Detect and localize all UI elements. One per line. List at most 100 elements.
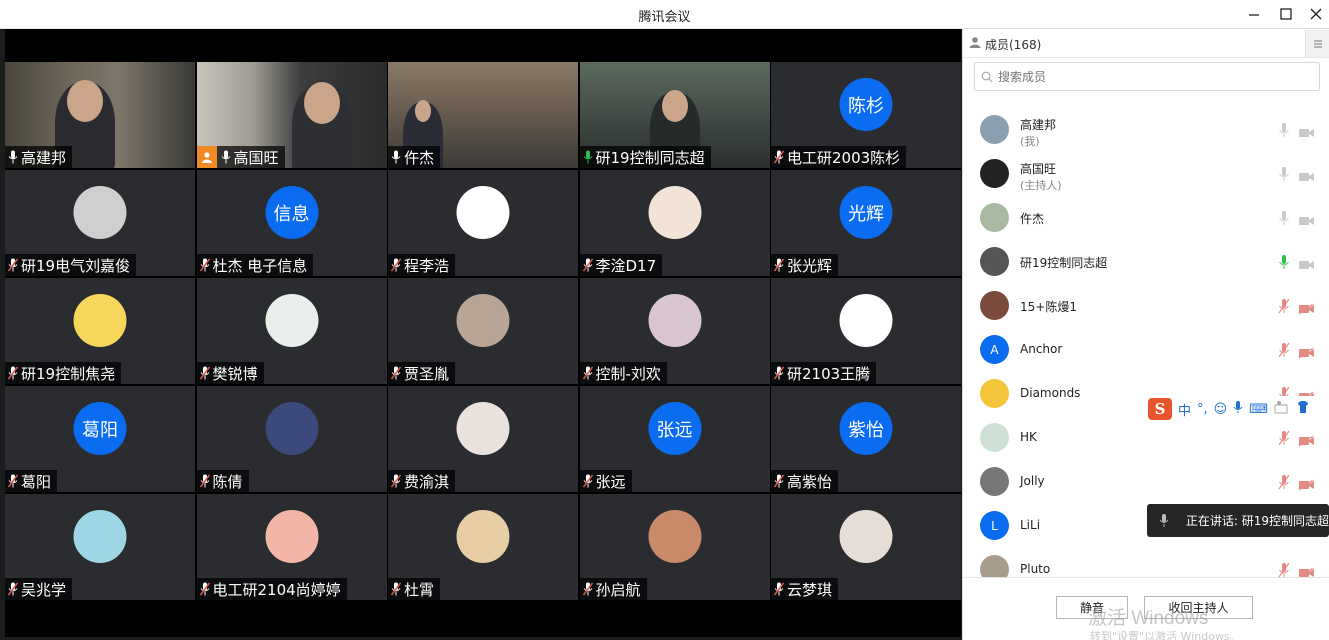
video-tile[interactable]: 陈倩 (196, 386, 387, 492)
mic-muted-icon[interactable] (1278, 562, 1290, 577)
participant-nameplate: 控制-刘欢 (579, 362, 667, 384)
microphone-icon[interactable] (1278, 210, 1290, 226)
video-tile[interactable]: 杜霄 (388, 494, 578, 600)
member-row[interactable]: 高建邦 (我) (963, 107, 1329, 151)
video-tile[interactable]: 李淦D17 (579, 170, 770, 276)
microphone-icon[interactable] (1278, 254, 1290, 270)
participant-nameplate: 研2103王腾 (771, 362, 877, 384)
participant-nameplate: 云梦琪 (771, 578, 839, 600)
participant-avatar (648, 510, 701, 563)
ime-emoji-icon[interactable]: ☺ (1214, 402, 1228, 417)
participant-name: 程李浩 (404, 256, 450, 275)
mic-muted-icon[interactable] (1278, 342, 1290, 358)
video-tile[interactable]: 樊锐博 (196, 278, 387, 384)
ime-punctuation[interactable]: °, (1197, 402, 1208, 417)
member-avatar (980, 159, 1009, 188)
video-tile[interactable]: 费渝淇 (388, 386, 578, 492)
member-name: Jolly (1020, 474, 1045, 488)
camera-off-icon[interactable] (1298, 256, 1315, 269)
video-tile[interactable]: 信息 杜杰 电子信息 (196, 170, 387, 276)
minimize-icon[interactable] (1243, 4, 1265, 24)
mic-muted-icon (390, 258, 402, 272)
member-row[interactable]: 研19控制同志超 (963, 239, 1329, 283)
mic-muted-icon[interactable] (1278, 474, 1290, 490)
participant-name: 孙启航 (595, 580, 641, 599)
participant-name: 陈倩 (212, 472, 243, 491)
camera-off-icon[interactable] (1298, 432, 1315, 447)
video-tile[interactable]: 研2103王腾 (771, 278, 961, 384)
mic-muted-icon (7, 474, 19, 488)
member-row[interactable]: 仵杰 (963, 195, 1329, 239)
windows-activation-watermark: 激活 Windows (1088, 608, 1209, 629)
member-name: Anchor (1020, 342, 1063, 356)
ime-skin-icon[interactable] (1296, 400, 1310, 418)
mic-muted-icon (582, 366, 593, 380)
member-row[interactable]: 15+陈熳1 (963, 283, 1329, 327)
ime-voice-icon[interactable] (1233, 400, 1243, 418)
microphone-icon[interactable] (1278, 166, 1290, 182)
video-tile[interactable]: 光辉 张光辉 (771, 170, 961, 276)
host-icon (196, 146, 217, 168)
participant-nameplate: 仵杰 (388, 146, 441, 168)
participant-nameplate: 电工研2003陈杉 (771, 146, 907, 168)
video-tile[interactable]: 控制-刘欢 (579, 278, 770, 384)
video-tile[interactable]: 仵杰 (388, 62, 578, 168)
video-tile[interactable]: 高建邦 (5, 62, 195, 168)
mic-muted-icon (773, 258, 785, 272)
camera-off-icon[interactable] (1298, 344, 1315, 359)
sogou-logo-icon[interactable]: S (1148, 398, 1172, 420)
video-tile[interactable]: 孙启航 (579, 494, 770, 600)
video-tile[interactable]: 张远 张远 (579, 386, 770, 492)
video-tile[interactable]: 贾圣胤 (388, 278, 578, 384)
mic-muted-icon[interactable] (1278, 430, 1290, 446)
video-tile[interactable]: 电工研2104尚婷婷 (196, 494, 387, 600)
participant-name: 云梦琪 (787, 580, 833, 599)
mic-muted-icon (773, 150, 785, 164)
camera-off-icon[interactable] (1298, 212, 1315, 225)
video-tile[interactable]: 研19控制焦尧 (5, 278, 195, 384)
video-tile[interactable]: 云梦琪 (771, 494, 961, 600)
windows-activation-hint: 转到"设置"以激活 Windows。 (1090, 630, 1241, 640)
camera-off-icon[interactable] (1298, 124, 1315, 137)
video-tile[interactable]: 高国旺 (196, 62, 387, 168)
ime-tools-icon[interactable] (1274, 400, 1290, 418)
camera-off-icon[interactable] (1298, 564, 1315, 577)
mic-muted-icon (7, 366, 19, 380)
member-avatar (980, 555, 1009, 577)
camera-off-icon[interactable] (1298, 168, 1315, 181)
camera-off-icon[interactable] (1298, 476, 1315, 491)
close-icon[interactable] (1305, 4, 1327, 24)
member-name: 15+陈熳1 (1020, 300, 1077, 314)
member-avatar (980, 379, 1009, 408)
ime-toolbar[interactable]: S 中 °, ☺ ⌨ (1145, 396, 1329, 422)
member-row[interactable]: Pluto (963, 547, 1329, 577)
participant-avatar: 信息 (265, 186, 318, 239)
member-avatar (980, 423, 1009, 452)
member-row[interactable]: A Anchor (963, 327, 1329, 371)
microphone-icon[interactable] (1278, 122, 1290, 138)
panel-menu-button[interactable] (1305, 30, 1329, 57)
video-tile[interactable]: 陈杉 电工研2003陈杉 (771, 62, 961, 168)
mic-muted-icon[interactable] (1278, 298, 1290, 314)
video-tile[interactable]: 紫怡 高紫怡 (771, 386, 961, 492)
member-row[interactable]: 高国旺 (主持人) (963, 151, 1329, 195)
video-tile[interactable]: 吴兆学 (5, 494, 195, 600)
participant-name: 研19电气刘嘉俊 (21, 256, 131, 275)
video-tile[interactable]: 研19电气刘嘉俊 (5, 170, 195, 276)
ime-mode-chinese[interactable]: 中 (1178, 400, 1191, 419)
participant-name: 费渝淇 (404, 472, 450, 491)
microphone-icon (1159, 514, 1169, 527)
mic-muted-icon (7, 582, 19, 596)
member-search-input[interactable] (998, 69, 1298, 84)
ime-keyboard-icon[interactable]: ⌨ (1249, 402, 1268, 417)
video-tile[interactable]: 葛阳 葛阳 (5, 386, 195, 492)
video-tile[interactable]: 研19控制同志超 (579, 62, 770, 168)
camera-off-icon[interactable] (1298, 300, 1315, 315)
member-row[interactable]: Jolly (963, 459, 1329, 503)
maximize-icon[interactable] (1275, 4, 1297, 24)
participant-avatar (839, 294, 893, 347)
mic-muted-icon (199, 258, 210, 272)
member-search-box[interactable] (974, 62, 1320, 91)
participant-avatar (456, 510, 510, 563)
video-tile[interactable]: 程李浩 (388, 170, 578, 276)
